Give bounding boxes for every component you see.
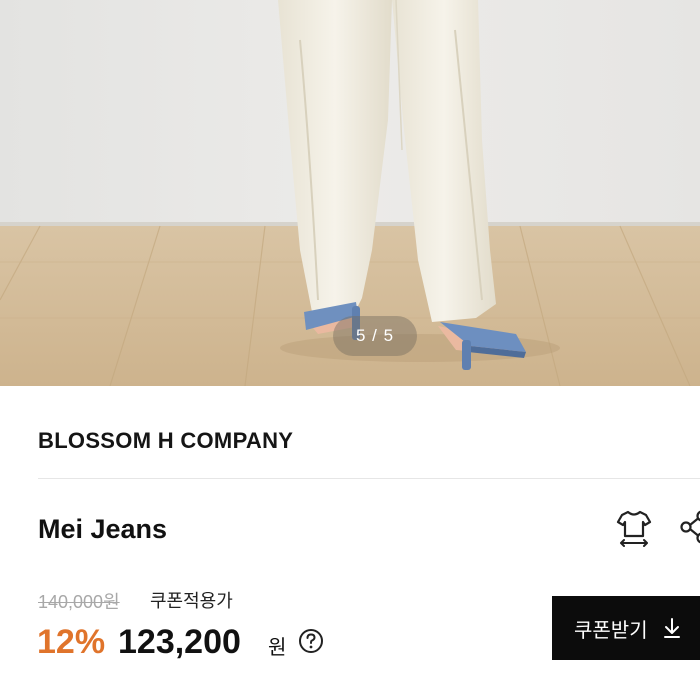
question-circle-icon — [299, 629, 323, 653]
discount-rate: 12% — [37, 623, 106, 661]
get-coupon-button[interactable]: 쿠폰받기 — [552, 596, 700, 660]
sale-price: 123,200 — [118, 623, 241, 661]
share-button[interactable] — [678, 510, 700, 544]
divider — [38, 478, 700, 479]
share-icon — [680, 510, 700, 544]
price-help-button[interactable] — [298, 628, 324, 654]
currency-label: 원 — [268, 637, 287, 659]
brand-name[interactable]: BLOSSOM H COMPANY — [38, 428, 293, 454]
get-coupon-label: 쿠폰받기 — [574, 619, 648, 642]
product-title: Mei Jeans — [38, 514, 168, 544]
product-image[interactable]: 5 / 5 — [0, 0, 700, 386]
original-price: 140,000원 — [38, 592, 120, 612]
coupon-price-label: 쿠폰적용가 — [150, 591, 233, 611]
size-guide-button[interactable] — [616, 508, 652, 548]
tshirt-size-icon — [616, 510, 652, 547]
download-arrow-icon — [662, 617, 682, 639]
image-counter: 5 / 5 — [333, 316, 417, 356]
